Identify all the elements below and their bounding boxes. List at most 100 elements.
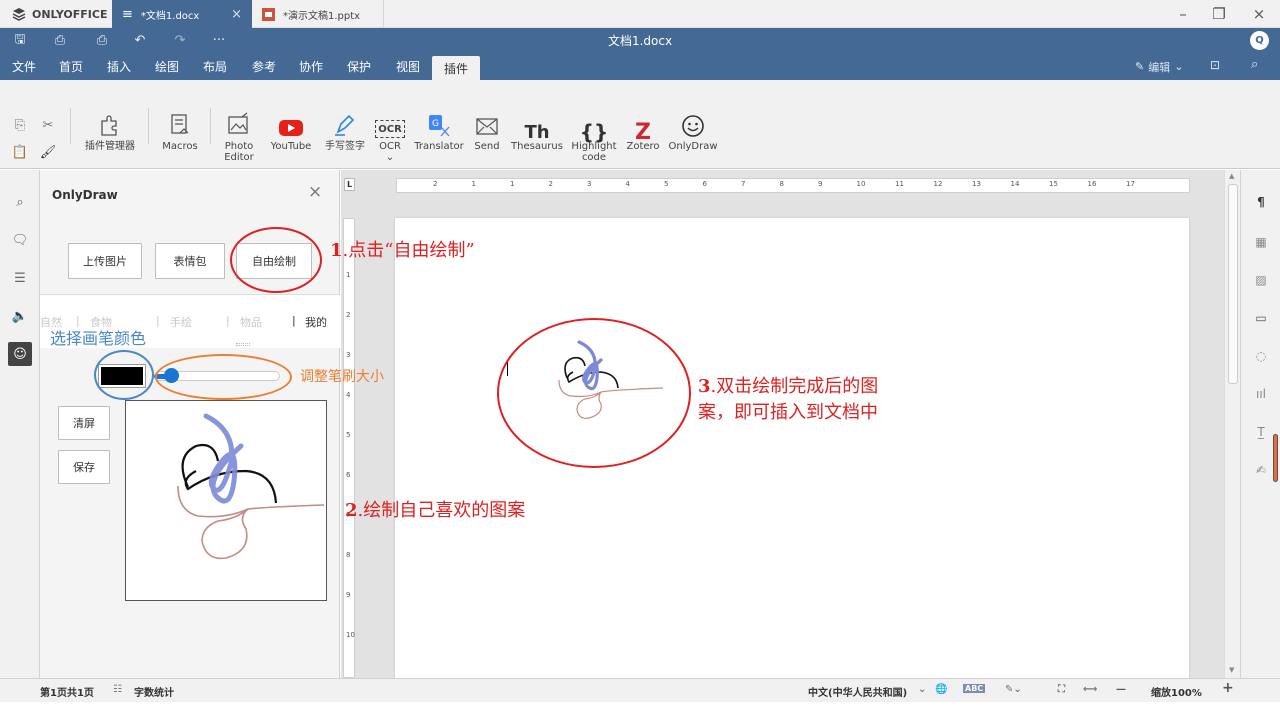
- header-footer-icon[interactable]: ▭: [1251, 308, 1271, 328]
- quick-print-icon[interactable]: ⎙: [89, 28, 115, 53]
- print-icon[interactable]: ⎙: [47, 28, 73, 53]
- close-icon[interactable]: ×: [308, 182, 322, 202]
- fit-width-icon[interactable]: ⟷: [1083, 684, 1097, 695]
- photo-editor-icon: [226, 110, 252, 138]
- menu-collaborate[interactable]: 协作: [293, 53, 329, 80]
- translator-button[interactable]: G Translator: [411, 110, 467, 152]
- translator-icon: G: [426, 110, 452, 138]
- tab-presentation[interactable]: *演示文稿1.pptx: [252, 0, 384, 28]
- menu-draw[interactable]: 绘图: [149, 53, 185, 80]
- macros-button[interactable]: Macros: [155, 110, 205, 152]
- avatar[interactable]: Q: [1250, 31, 1269, 50]
- ruler-number: 11: [895, 180, 904, 188]
- text-art-icon[interactable]: T̲: [1251, 422, 1271, 442]
- cut-icon[interactable]: ✂: [38, 115, 58, 135]
- photo-editor-button[interactable]: Photo Editor: [216, 110, 262, 163]
- ocr-label: OCR: [379, 141, 401, 152]
- drawing-canvas[interactable]: [125, 400, 327, 601]
- redo-icon[interactable]: ↷: [167, 28, 193, 53]
- spellcheck-icon[interactable]: ABC: [963, 684, 986, 693]
- emoji-button[interactable]: 表情包: [155, 243, 225, 279]
- menu-plugins[interactable]: 插件: [432, 56, 481, 80]
- paste-icon[interactable]: 📋: [10, 142, 30, 162]
- comments-icon[interactable]: 🗨: [8, 228, 32, 252]
- zoom-in-icon[interactable]: +: [1222, 680, 1234, 696]
- more-icon[interactable]: ···: [206, 28, 232, 53]
- vertical-ruler[interactable]: 1 2 3 4 5 6 7 8 9 10: [343, 218, 355, 678]
- tab-document[interactable]: ≡ *文档1.docx ×: [112, 0, 252, 28]
- globe-icon[interactable]: 🌐: [935, 684, 947, 695]
- image-settings-icon[interactable]: ▨: [1251, 270, 1271, 290]
- zotero-button[interactable]: Z Zotero: [625, 110, 661, 153]
- navigation-icon[interactable]: ☰: [8, 266, 32, 290]
- zoom-out-icon[interactable]: —: [1116, 684, 1126, 695]
- menu-references[interactable]: 参考: [246, 53, 282, 80]
- edit-mode-dropdown[interactable]: ✎ 编辑 ⌄: [1135, 53, 1183, 80]
- onlydraw-sidebar-icon[interactable]: ☺: [8, 342, 32, 366]
- document-page[interactable]: [395, 218, 1189, 698]
- undo-icon[interactable]: ↶: [127, 28, 153, 53]
- search-icon[interactable]: ⌕: [8, 190, 32, 214]
- ocr-button[interactable]: OCR OCR ⌄: [375, 110, 405, 163]
- open-location-icon[interactable]: ⊡: [1210, 58, 1220, 72]
- save-icon[interactable]: 🖫: [7, 28, 33, 53]
- send-button[interactable]: Send: [472, 110, 502, 152]
- shape-settings-icon[interactable]: ◌: [1251, 346, 1271, 366]
- minimize-icon[interactable]: –: [1166, 0, 1200, 28]
- speaker-icon[interactable]: 🔈: [8, 304, 32, 328]
- tab-stop-selector[interactable]: L: [344, 178, 355, 191]
- menu-file[interactable]: 文件: [6, 53, 42, 80]
- menu-protect[interactable]: 保护: [341, 53, 377, 80]
- table-settings-icon[interactable]: ▦: [1251, 232, 1271, 252]
- menu-insert[interactable]: 插入: [101, 53, 137, 80]
- zoom-level[interactable]: 缩放100%: [1151, 684, 1202, 699]
- highlight-code-button[interactable]: {} Highlight code: [570, 110, 618, 163]
- save-drawing-button[interactable]: 保存: [58, 450, 110, 484]
- drawing-sketch: [177, 413, 325, 560]
- chart-settings-icon[interactable]: ııl: [1251, 384, 1271, 404]
- thesaurus-button[interactable]: Th Thesaurus: [508, 110, 566, 153]
- hamburger-icon[interactable]: ≡: [122, 7, 133, 22]
- scroll-down-icon[interactable]: ▼: [1229, 666, 1234, 674]
- scroll-up-icon[interactable]: ▲: [1229, 172, 1234, 180]
- word-count-button[interactable]: 字数统计: [134, 684, 174, 699]
- category-separator: |: [292, 314, 296, 327]
- plugin-manager-button[interactable]: 插件管理器: [78, 110, 142, 152]
- menu-view[interactable]: 视图: [390, 53, 426, 80]
- horizontal-ruler[interactable]: 2 1 1 2 3 4 5 6 7 8 9 10 11 12 13 14 15 16 17: [396, 178, 1190, 193]
- translator-label: Translator: [414, 141, 464, 152]
- menu-layout[interactable]: 布局: [197, 53, 233, 80]
- onlydraw-label: OnlyDraw: [668, 141, 718, 152]
- signature-button[interactable]: 手写签字: [320, 110, 370, 152]
- annotation-step1-number: 1: [330, 240, 343, 261]
- scrollbar-thumb[interactable]: [1228, 184, 1238, 384]
- category-handdrawn[interactable]: 手绘: [170, 314, 192, 330]
- search-icon[interactable]: ⌕: [1251, 57, 1258, 72]
- youtube-button[interactable]: YouTube: [268, 110, 314, 152]
- category-items[interactable]: 物品: [240, 314, 262, 330]
- onlydraw-button[interactable]: OnlyDraw: [667, 110, 719, 152]
- track-changes-icon[interactable]: ✎⌄: [1005, 684, 1022, 695]
- sidebar-scroll-indicator[interactable]: [1273, 434, 1278, 482]
- fit-page-icon[interactable]: ⛶: [1058, 684, 1065, 695]
- close-icon[interactable]: ×: [1242, 0, 1276, 28]
- resize-handle[interactable]: [236, 343, 250, 346]
- thesaurus-label: Thesaurus: [511, 141, 563, 152]
- page-counter[interactable]: 第1页共1页: [40, 684, 94, 699]
- copy-icon[interactable]: ⎘: [10, 115, 30, 135]
- language-selector[interactable]: 中文(中华人民共和国): [808, 684, 907, 699]
- close-icon[interactable]: ×: [231, 7, 242, 22]
- restore-icon[interactable]: ❐: [1202, 0, 1236, 28]
- format-painter-icon[interactable]: 🖌: [38, 142, 58, 162]
- ruler-number: 6: [702, 180, 707, 188]
- annotation-step3-line2: 案，即可插入到文档中: [698, 402, 878, 423]
- onlyoffice-logo[interactable]: ONLYOFFICE: [0, 0, 112, 28]
- toolbar-separator: [70, 108, 71, 144]
- clear-canvas-button[interactable]: 清屏: [58, 406, 110, 440]
- signature-settings-icon[interactable]: ✍: [1251, 460, 1271, 480]
- upload-image-button[interactable]: 上传图片: [68, 243, 142, 279]
- paragraph-settings-icon[interactable]: ¶: [1251, 192, 1271, 212]
- vertical-scrollbar[interactable]: ▲ ▼: [1224, 170, 1240, 678]
- menu-home[interactable]: 首页: [53, 53, 89, 80]
- category-mine[interactable]: 我的: [305, 314, 327, 330]
